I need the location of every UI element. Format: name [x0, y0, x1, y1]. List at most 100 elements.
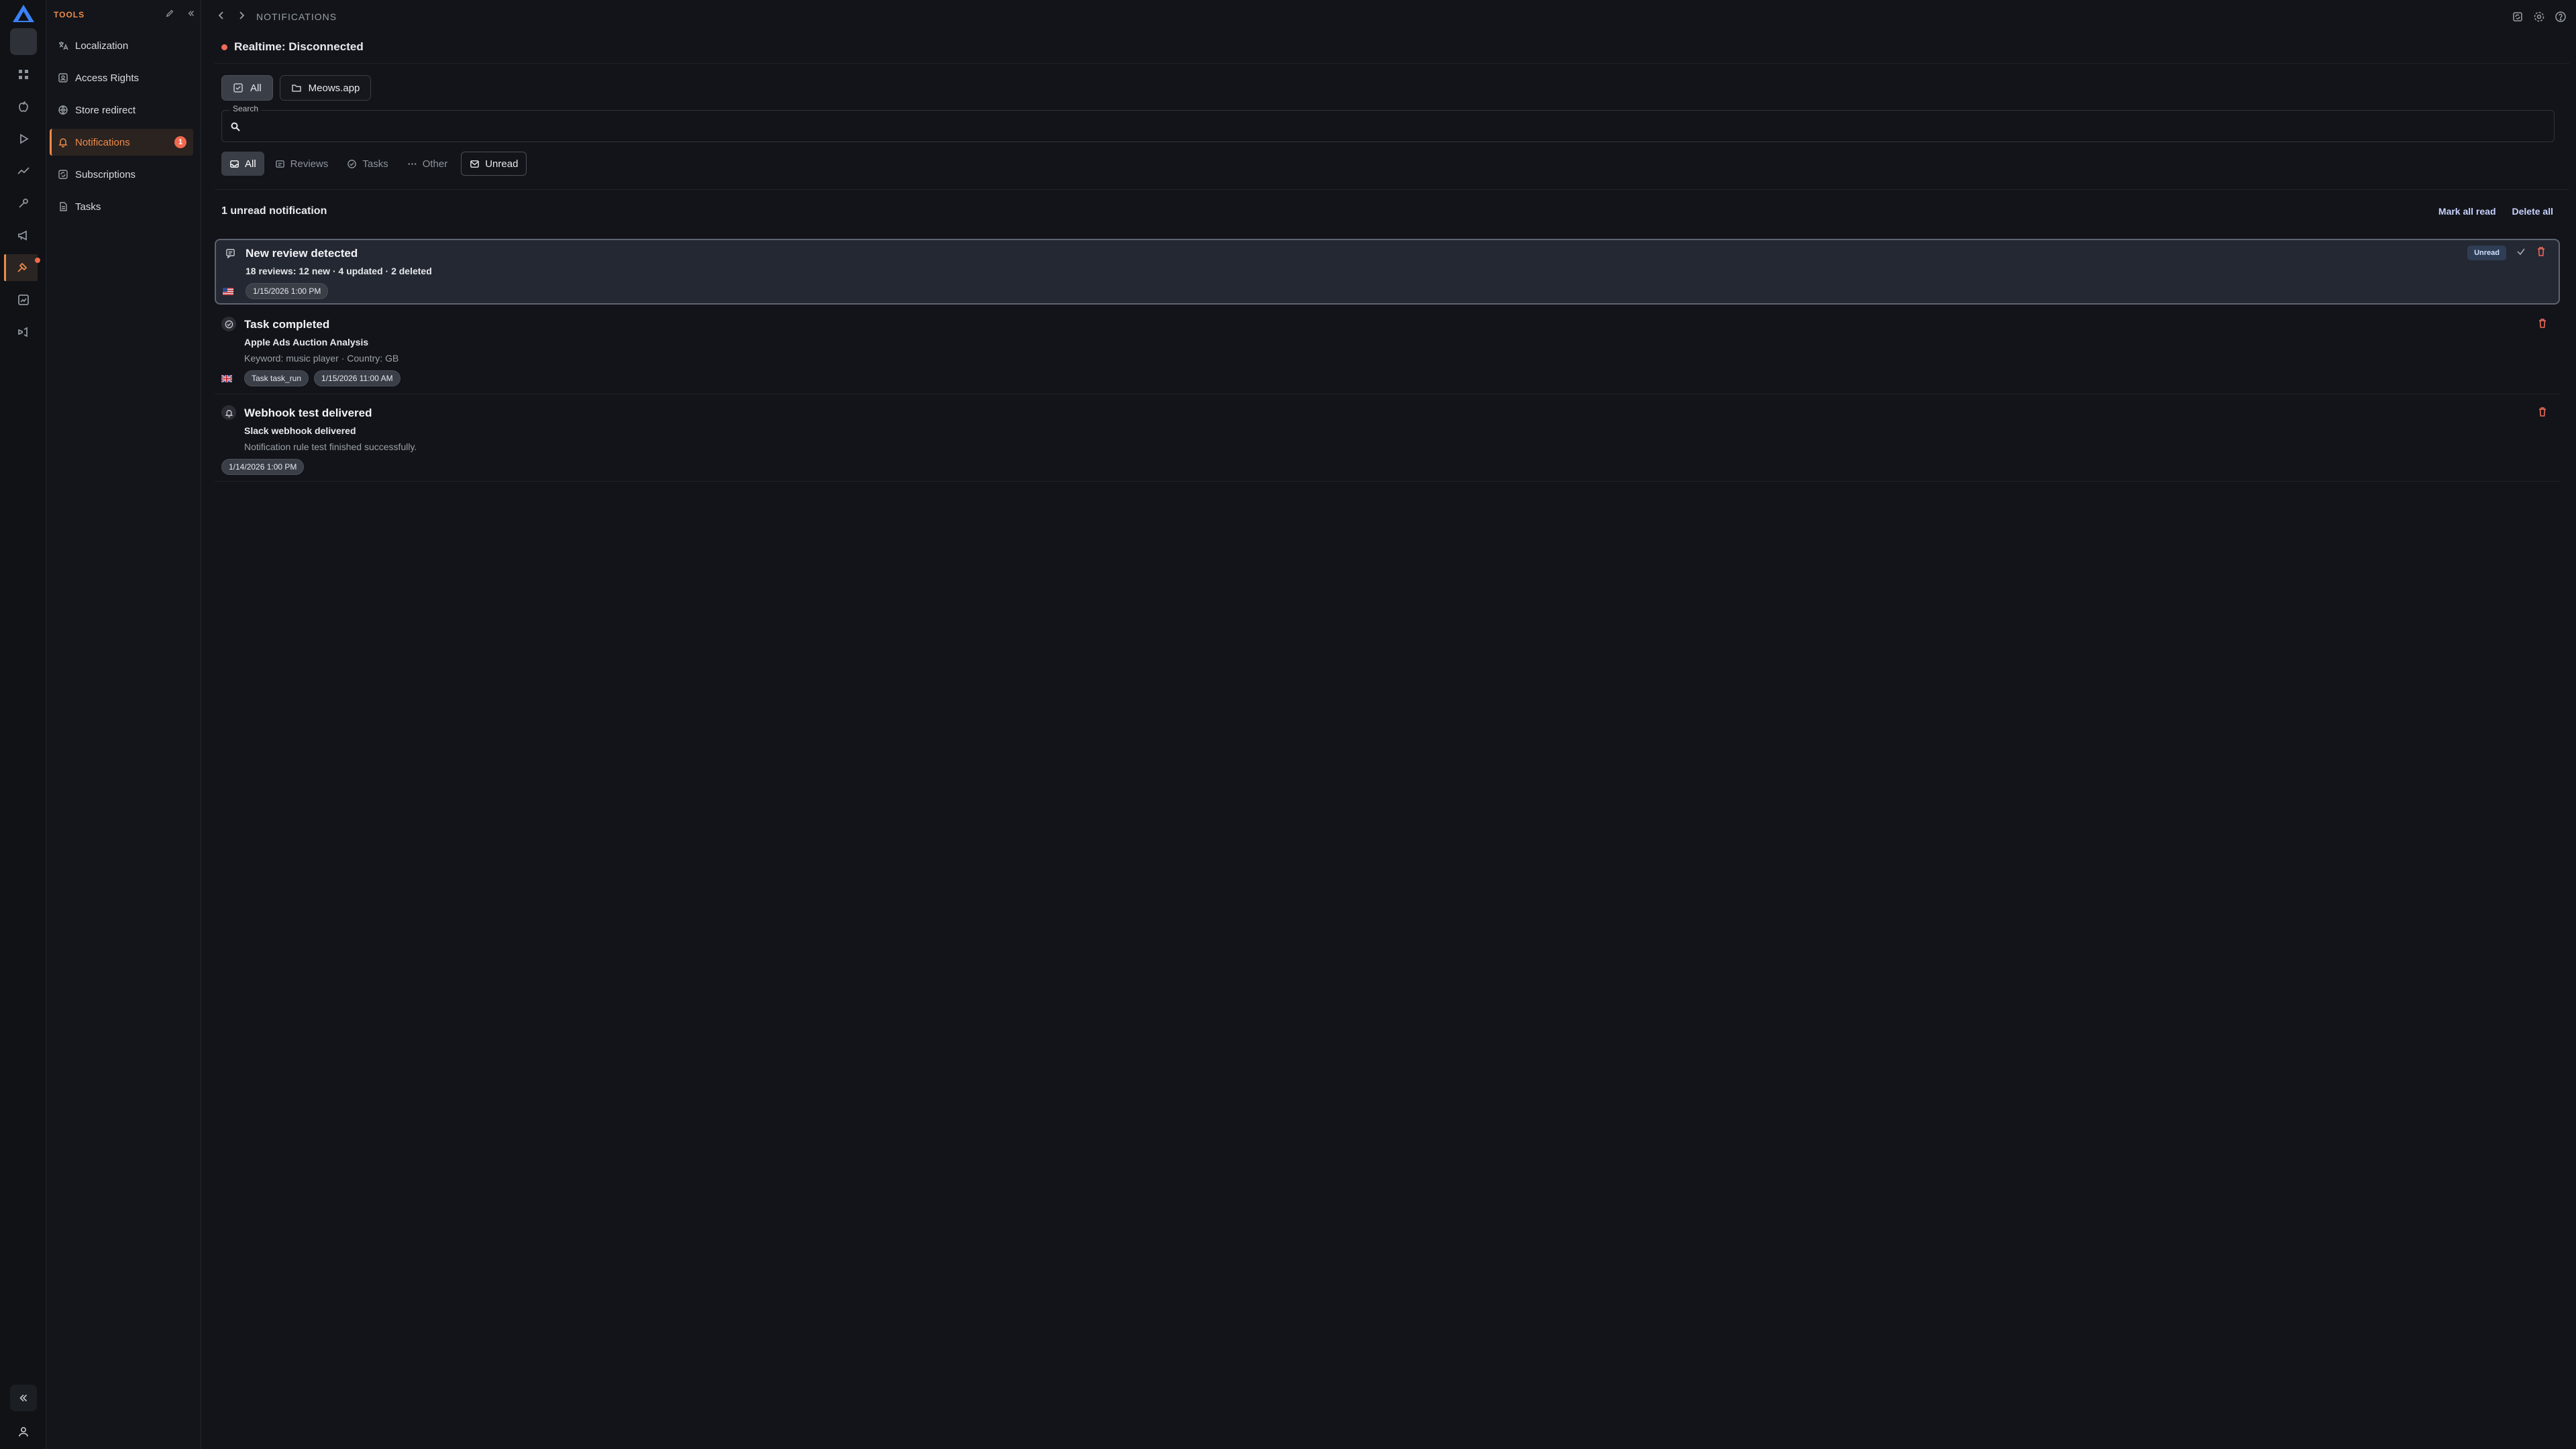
sidebar-title: TOOLS: [54, 10, 85, 19]
notification-actions: [2537, 318, 2548, 332]
gear-icon[interactable]: [2533, 11, 2545, 26]
sidebar-item-access-rights[interactable]: Access Rights: [50, 64, 193, 91]
rail-notification-dot: [35, 258, 40, 263]
tab-other[interactable]: Other: [399, 152, 456, 176]
gb-flag-icon: [221, 375, 232, 382]
notification-summary: 1 unread notification Mark all read Dele…: [221, 205, 2553, 217]
breadcrumb: NOTIFICATIONS: [256, 11, 337, 22]
realtime-status-text: Realtime: Disconnected: [234, 40, 364, 53]
notification-meta: Task task_run 1/15/2026 11:00 AM: [244, 370, 400, 386]
bell-icon: [221, 405, 236, 420]
notification-title: Webhook test delivered: [244, 407, 372, 419]
notification-detail: Notification rule test finished successf…: [244, 441, 417, 452]
tab-label: All: [245, 158, 256, 170]
collapse-sidebar-icon[interactable]: [186, 9, 196, 21]
megaphone-icon[interactable]: [10, 222, 37, 249]
timestamp-pill: 1/15/2026 1:00 PM: [246, 283, 329, 299]
inbox-icon: [230, 160, 239, 168]
tools-icon[interactable]: [4, 254, 38, 281]
sync-icon[interactable]: [2512, 11, 2524, 26]
sidebar-header: TOOLS: [54, 8, 196, 21]
realtime-status: Realtime: Disconnected: [221, 40, 364, 54]
mark-read-check-icon[interactable]: [2516, 246, 2526, 260]
wrench-icon[interactable]: [10, 190, 37, 217]
tab-label: Reviews: [290, 158, 329, 170]
broadcast-icon[interactable]: [10, 319, 37, 345]
review-icon: [223, 246, 237, 260]
delete-trash-icon[interactable]: [2536, 246, 2546, 260]
collapse-rail-button[interactable]: [10, 1385, 37, 1411]
app-root: TOOLS Localization Access Rights Store r…: [0, 0, 2576, 1449]
scope-chip-meows-app[interactable]: Meows.app: [279, 75, 372, 101]
topbar: NOTIFICATIONS: [203, 0, 2576, 34]
sidebar-item-store-redirect[interactable]: Store redirect: [50, 97, 193, 123]
app-logo[interactable]: [11, 3, 36, 24]
sidebar-item-label: Tasks: [75, 201, 101, 213]
back-arrow-icon[interactable]: [216, 10, 227, 24]
notification-card-webhook[interactable]: Webhook test delivered Slack webhook del…: [215, 402, 2560, 482]
play-icon[interactable]: [10, 125, 37, 152]
tab-tasks[interactable]: Tasks: [339, 152, 396, 176]
sidebar-item-tasks[interactable]: Tasks: [50, 193, 193, 220]
tab-reviews[interactable]: Reviews: [267, 152, 337, 176]
delete-trash-icon[interactable]: [2537, 318, 2548, 332]
notification-title: New review detected: [246, 247, 358, 260]
search-icon: [231, 122, 240, 131]
dots-icon: [408, 162, 417, 165]
notification-card-task[interactable]: Task completed Apple Ads Auction Analysi…: [215, 313, 2560, 394]
forward-arrow-icon[interactable]: [236, 10, 247, 24]
notification-meta: 1/15/2026 1:00 PM: [246, 283, 329, 299]
notification-card-review[interactable]: New review detected 18 reviews: 12 new ·…: [215, 239, 2560, 305]
notification-detail: Keyword: music player · Country: GB: [244, 353, 399, 364]
notification-subtitle: 18 reviews: 12 new · 4 updated · 2 delet…: [246, 266, 432, 276]
translate-icon: [59, 42, 68, 50]
tab-unread[interactable]: Unread: [461, 152, 527, 176]
sidebar-item-label: Subscriptions: [75, 168, 136, 180]
unread-count-text: 1 unread notification: [221, 205, 327, 217]
folder-icon: [291, 85, 301, 92]
delete-trash-icon[interactable]: [2537, 407, 2548, 421]
chip-label: All: [250, 82, 262, 94]
bell-icon: [58, 138, 68, 148]
sidebar-item-label: Access Rights: [75, 72, 140, 84]
mark-all-read-button[interactable]: Mark all read: [2438, 206, 2496, 217]
trend-icon[interactable]: [10, 158, 37, 184]
sidebar-item-label: Notifications: [75, 136, 130, 148]
sidebar-item-localization[interactable]: Localization: [50, 32, 193, 59]
refresh-square-icon: [58, 170, 68, 179]
report-icon[interactable]: [10, 286, 37, 313]
search-input[interactable]: [249, 116, 2543, 138]
icon-rail: [0, 0, 47, 1449]
notification-subtitle: Slack webhook delivered: [244, 425, 356, 436]
pencil-icon[interactable]: [165, 9, 174, 21]
search-label: Search: [230, 104, 262, 113]
sidebar-item-subscriptions[interactable]: Subscriptions: [50, 161, 193, 188]
search-field[interactable]: Search: [221, 104, 2555, 142]
grid-icon[interactable]: [10, 61, 37, 88]
help-icon[interactable]: [2555, 11, 2567, 26]
tab-all[interactable]: All: [221, 152, 264, 176]
notification-meta: 1/14/2026 1:00 PM: [221, 459, 305, 475]
delete-all-button[interactable]: Delete all: [2512, 206, 2553, 217]
divider: [215, 189, 2569, 190]
sidebar-item-notifications[interactable]: Notifications 1: [50, 129, 193, 156]
apple-icon[interactable]: [10, 93, 37, 120]
check-circle-icon: [347, 159, 357, 168]
notification-title: Task completed: [244, 318, 330, 331]
scope-chip-all[interactable]: All: [221, 75, 273, 101]
notification-actions: Unread: [2467, 246, 2546, 260]
tools-sidebar: TOOLS Localization Access Rights Store r…: [48, 0, 201, 1449]
timestamp-pill: 1/15/2026 11:00 AM: [314, 370, 400, 386]
mail-icon: [470, 160, 480, 168]
check-circle-icon: [221, 317, 236, 331]
rail-workspace-button[interactable]: [10, 28, 37, 55]
document-icon: [60, 202, 67, 211]
sidebar-item-label: Store redirect: [75, 104, 136, 116]
tab-label: Tasks: [362, 158, 388, 170]
notification-actions: [2537, 407, 2548, 421]
user-icon[interactable]: [10, 1418, 37, 1445]
divider: [215, 63, 2569, 64]
access-icon: [58, 73, 68, 83]
checkbox-icon: [233, 83, 243, 93]
timestamp-pill: 1/14/2026 1:00 PM: [221, 459, 305, 475]
